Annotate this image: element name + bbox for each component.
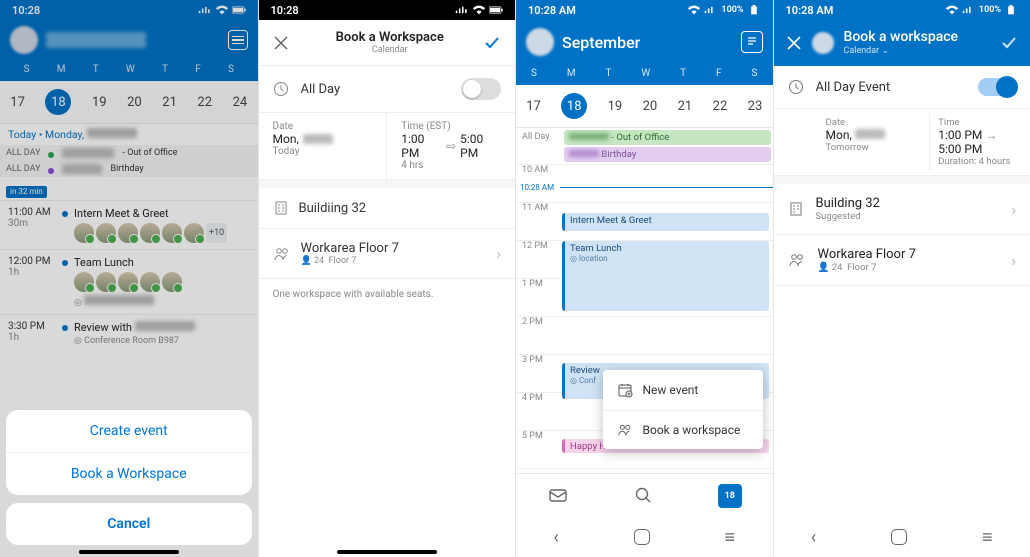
page-title: Book a workspace Calendar ⌄	[844, 30, 959, 55]
allday-label: All Day	[301, 82, 341, 97]
chevron-right-icon: ›	[1011, 251, 1016, 270]
time-cell[interactable]: Time (EST) 1:00 PM ⇨ 5:00 PM 4 hrs	[386, 113, 515, 179]
allday-row[interactable]: All Day Event	[774, 66, 1030, 109]
android-nav: ‹ ≡	[516, 517, 773, 557]
home-button[interactable]	[634, 529, 650, 545]
date-cell[interactable]: 23	[748, 99, 763, 114]
people-icon	[273, 247, 291, 261]
recents-button[interactable]: ≡	[982, 527, 993, 548]
chevron-right-icon: ›	[1011, 200, 1016, 219]
android-nav: ‹ ≡	[774, 517, 1030, 557]
avatar[interactable]	[526, 28, 554, 56]
back-button[interactable]: ‹	[553, 527, 558, 548]
date-cell[interactable]: 17	[526, 99, 541, 114]
create-event-action[interactable]: Create event	[6, 410, 252, 452]
book-workspace-action[interactable]: Book a Workspace	[6, 452, 252, 495]
recents-button[interactable]: ≡	[725, 527, 736, 548]
date-cell[interactable]: Date Mon, Today	[259, 113, 387, 179]
calendar-plus-icon	[617, 382, 633, 398]
status-icons: 100%	[687, 5, 760, 15]
timeline-event[interactable]: Team Lunch◎ location	[562, 241, 769, 311]
feed-icon[interactable]	[741, 31, 763, 53]
page-title: Book a Workspace Calendar	[297, 30, 484, 55]
close-icon[interactable]	[786, 35, 802, 51]
chevron-down-icon[interactable]: ⌄	[881, 46, 889, 56]
now-indicator	[560, 187, 773, 188]
date-cell[interactable]: 19	[608, 99, 623, 114]
allday-row[interactable]: All Day	[259, 66, 516, 113]
date-cell[interactable]: 22	[713, 99, 728, 114]
now-label: 10:28 AM	[520, 183, 554, 192]
confirm-check-icon[interactable]	[483, 34, 501, 52]
time-cell[interactable]: Time 1:00 PM → 5:00 PM Duration: 4 hours	[929, 113, 1030, 171]
building-icon	[273, 200, 289, 216]
clock-icon	[788, 79, 804, 95]
weekday-row: SMTWTFS	[516, 64, 773, 85]
chevron-right-icon: ›	[496, 244, 501, 263]
back-button[interactable]: ‹	[811, 527, 816, 548]
status-icons: 100%	[945, 5, 1018, 15]
allday-event-2[interactable]: Birthday	[564, 147, 771, 162]
bottom-tabs: 18	[516, 473, 773, 517]
floor-row[interactable]: Workarea Floor 7 👤 24 Floor 7 ›	[774, 235, 1030, 286]
people-icon	[617, 423, 633, 437]
allday-toggle[interactable]	[461, 78, 501, 100]
building-row[interactable]: Buildiing 32	[259, 188, 516, 229]
cancel-action[interactable]: Cancel	[6, 503, 252, 545]
status-clock: 10:28 AM	[786, 4, 834, 17]
status-clock: 10:28	[271, 4, 299, 17]
home-indicator[interactable]	[79, 550, 179, 554]
date-cell[interactable]: 20	[643, 99, 658, 114]
clock-icon	[273, 81, 291, 97]
home-button[interactable]	[891, 529, 907, 545]
calendar-tab[interactable]: 18	[718, 484, 742, 508]
search-tab[interactable]	[632, 484, 656, 508]
allday-label: All Day	[516, 128, 564, 164]
availability-note: One workspace with available seats.	[259, 279, 516, 310]
confirm-check-icon[interactable]	[1000, 34, 1018, 52]
avatar[interactable]	[812, 32, 834, 54]
people-icon	[788, 253, 806, 267]
date-cell[interactable]: 18	[561, 93, 587, 119]
timeline-event[interactable]: Intern Meet & Greet	[562, 213, 769, 231]
allday-toggle[interactable]	[978, 78, 1016, 96]
floor-row[interactable]: Workarea Floor 7 👤 24 Floor 7 ›	[259, 229, 516, 279]
new-event-action[interactable]: New event	[603, 370, 763, 411]
allday-event-1[interactable]: - Out of Office	[564, 130, 771, 145]
date-row[interactable]: 17 18 19 20 21 22 23	[516, 85, 773, 128]
building-icon	[788, 201, 804, 217]
close-icon[interactable]	[273, 35, 297, 51]
date-cell[interactable]: 21	[678, 99, 693, 114]
book-workspace-action[interactable]: Book a workspace	[603, 411, 763, 449]
status-clock: 10:28 AM	[528, 4, 576, 17]
fab-menu: New event Book a workspace	[603, 370, 763, 449]
date-cell[interactable]: Date Mon, Tomorrow	[818, 113, 918, 171]
building-row[interactable]: Building 32 Suggested ›	[774, 184, 1030, 235]
status-icons	[455, 5, 503, 15]
home-indicator[interactable]	[337, 550, 437, 554]
month-title[interactable]: September	[562, 33, 640, 52]
mail-tab[interactable]	[547, 484, 571, 508]
